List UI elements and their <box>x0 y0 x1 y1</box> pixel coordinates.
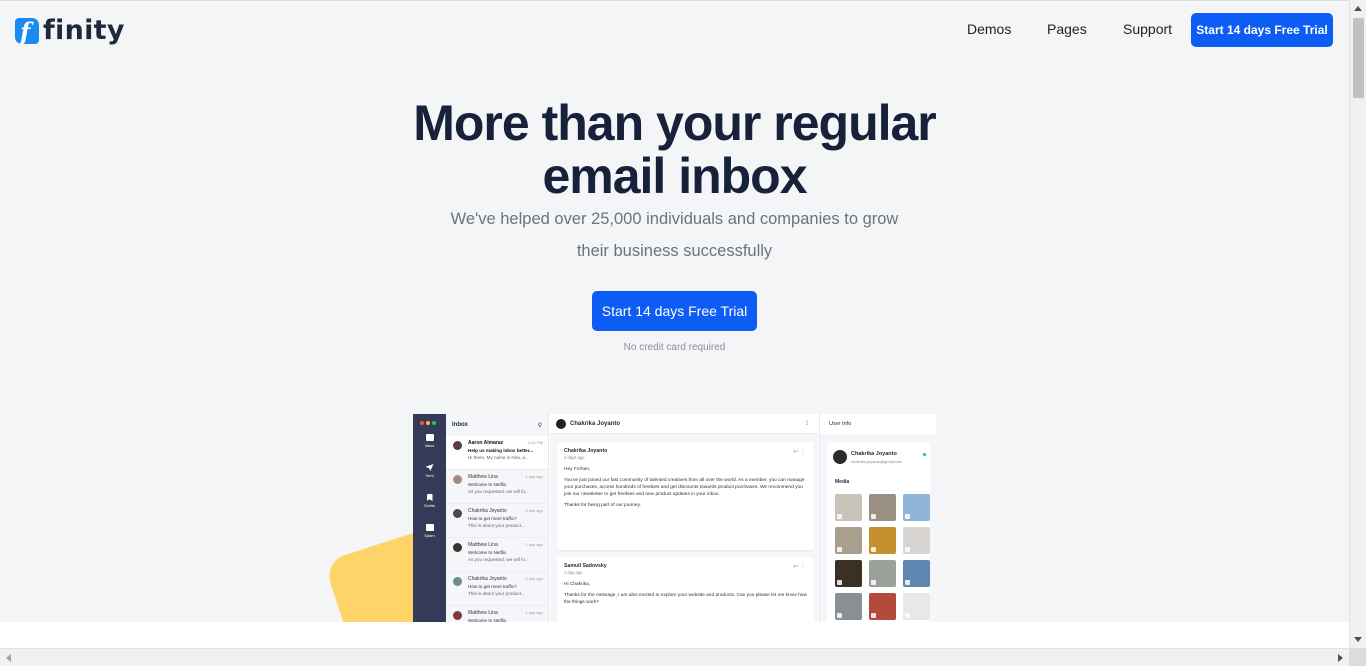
no-credit-card-note: No credit card required <box>623 342 726 353</box>
avatar <box>833 450 847 464</box>
nav-demos-link[interactable]: Demos <box>967 21 1011 37</box>
media-thumbnail <box>903 560 930 587</box>
spam-icon <box>425 524 434 531</box>
nav-pages-link[interactable]: Pages <box>1047 21 1087 37</box>
avatar <box>453 611 462 620</box>
hero-subtitle-line1: We've helped over 25,000 individuals and… <box>450 210 899 228</box>
message-time: 2:42 PM <box>528 440 543 445</box>
reply-icon: ↩ ⋮ <box>793 449 806 455</box>
message-subject: How to get more traffic? <box>468 516 517 521</box>
message-time: 2 day ago <box>525 508 543 513</box>
media-thumbnail <box>903 593 930 620</box>
message-subject: How to get more traffic? <box>468 584 517 589</box>
hero-title-line1: More than your regular <box>413 95 937 151</box>
avatar <box>453 577 462 586</box>
media-thumbnail <box>835 494 862 521</box>
user-info-name: Chakrika Joyanto <box>851 451 897 457</box>
more-icon: ⋮ <box>804 421 810 427</box>
send-icon <box>425 464 434 471</box>
media-thumbnail <box>869 593 896 620</box>
brand-logo[interactable]: f finity <box>15 15 125 46</box>
media-grid <box>835 494 930 620</box>
mockup-conversation: Chakrika Joyanto ⋮ Chakrika Joyanto 2 da… <box>550 414 818 622</box>
message-time: 2 day ago <box>525 576 543 581</box>
message-subject: Welcome to Netflix <box>468 482 507 487</box>
mockup-message-card: Samuil Sadovsky 1 day ago ↩ ⋮ Hi Chakrik… <box>557 557 814 622</box>
user-info-email: chakrika.joyanto@gmail.com <box>851 459 903 464</box>
list-item: Chakrika Joyanto 2 day ago How to get more… <box>446 504 548 538</box>
mockup-user-info: User Info Chakrika Joyanto chakrika.joya… <box>819 414 936 622</box>
message-subject: Help us making inbox better... <box>468 448 534 453</box>
media-thumbnail <box>869 560 896 587</box>
message-time: 1 day ago <box>525 610 543 615</box>
hero-trial-button[interactable]: Start 14 days Free Trial <box>592 291 757 331</box>
window-controls <box>420 421 436 425</box>
search-icon: ⚲ <box>537 422 542 429</box>
inbox-app-mockup: Inbox Sent Drafts Spam Inbox ⚲ Aaron Alm… <box>413 414 936 622</box>
scroll-up-icon[interactable] <box>1354 6 1362 11</box>
scroll-right-icon[interactable] <box>1338 654 1343 662</box>
message-time: 1 day ago <box>525 542 543 547</box>
message-preview: As you requested, we will fo... <box>468 557 529 562</box>
hero-title-line2: email inbox <box>542 148 807 204</box>
mockup-list-header: Inbox ⚲ <box>452 422 542 429</box>
message-preview: This is about your product... <box>468 591 525 596</box>
scrollbar-corner <box>1349 648 1366 666</box>
list-item: Chakrika Joyanto 2 day ago How to get more… <box>446 572 548 606</box>
media-thumbnail <box>835 593 862 620</box>
avatar <box>453 543 462 552</box>
maximize-dot-icon <box>432 421 436 425</box>
page-viewport: f finity Demos Pages Support Start 14 da… <box>0 0 1349 622</box>
media-thumbnail <box>903 494 930 521</box>
message-subject: Welcome to Netflix <box>468 550 507 555</box>
media-thumbnail <box>869 527 896 554</box>
close-dot-icon <box>420 421 424 425</box>
media-thumbnail <box>835 560 862 587</box>
list-item: Matthew Lina1 day agoWelcome to NetflixA… <box>446 470 548 504</box>
minimize-dot-icon <box>426 421 430 425</box>
mockup-sidebar: Inbox Sent Drafts Spam <box>413 414 446 622</box>
nav-support-link[interactable]: Support <box>1123 21 1172 37</box>
mockup-nav-drafts: Drafts <box>413 494 446 508</box>
mockup-nav-spam: Spam <box>413 524 446 538</box>
user-info-header: User Info <box>820 414 936 434</box>
bookmark-icon <box>426 494 433 501</box>
avatar <box>556 418 566 429</box>
scroll-left-icon[interactable] <box>6 654 11 662</box>
avatar <box>453 441 462 450</box>
hero-subtitle-line2: their business successfully <box>576 242 773 260</box>
avatar <box>453 509 462 518</box>
scroll-down-icon[interactable] <box>1354 637 1362 642</box>
media-label: Media <box>835 479 850 485</box>
mail-icon <box>425 434 434 441</box>
mockup-message-card: Chakrika Joyanto 2 days ago ↩ ⋮ Hey Forh… <box>557 442 814 550</box>
message-time: 1 day ago <box>525 474 543 479</box>
mockup-nav-sent: Sent <box>413 464 446 478</box>
mockup-conversation-header: Chakrika Joyanto ⋮ <box>550 414 818 434</box>
mockup-message-list: Inbox ⚲ Aaron Almaraz 2:42 PM Help us maki… <box>446 414 549 622</box>
avatar <box>453 475 462 484</box>
message-preview: As you requested, we will fo... <box>468 489 529 494</box>
vertical-scrollbar[interactable] <box>1349 0 1366 648</box>
list-item: Aaron Almaraz 2:42 PM Help us making inbox… <box>446 436 548 470</box>
logo-mark-icon: f <box>15 17 39 44</box>
list-item: Matthew Lina1 day agoWelcome to NetflixA… <box>446 606 548 622</box>
media-thumbnail <box>835 527 862 554</box>
online-status-dot <box>923 453 926 456</box>
brand-name: finity <box>43 15 125 46</box>
list-item: Matthew Lina1 day agoWelcome to NetflixA… <box>446 538 548 572</box>
message-preview: This is about your product... <box>468 523 525 528</box>
media-thumbnail <box>869 494 896 521</box>
user-info-card: Chakrika Joyanto chakrika.joyanto@gmail.… <box>827 442 930 622</box>
mockup-nav-inbox: Inbox <box>413 434 446 448</box>
scrollbar-thumb[interactable] <box>1353 18 1364 98</box>
page-bottom-strip <box>0 622 1349 648</box>
reply-icon: ↩ ⋮ <box>793 564 806 570</box>
media-thumbnail <box>903 527 930 554</box>
horizontal-scrollbar[interactable] <box>0 648 1349 666</box>
message-preview: Hi there, My name is Nira, a... <box>468 455 529 460</box>
header-trial-button[interactable]: Start 14 days Free Trial <box>1191 13 1333 47</box>
